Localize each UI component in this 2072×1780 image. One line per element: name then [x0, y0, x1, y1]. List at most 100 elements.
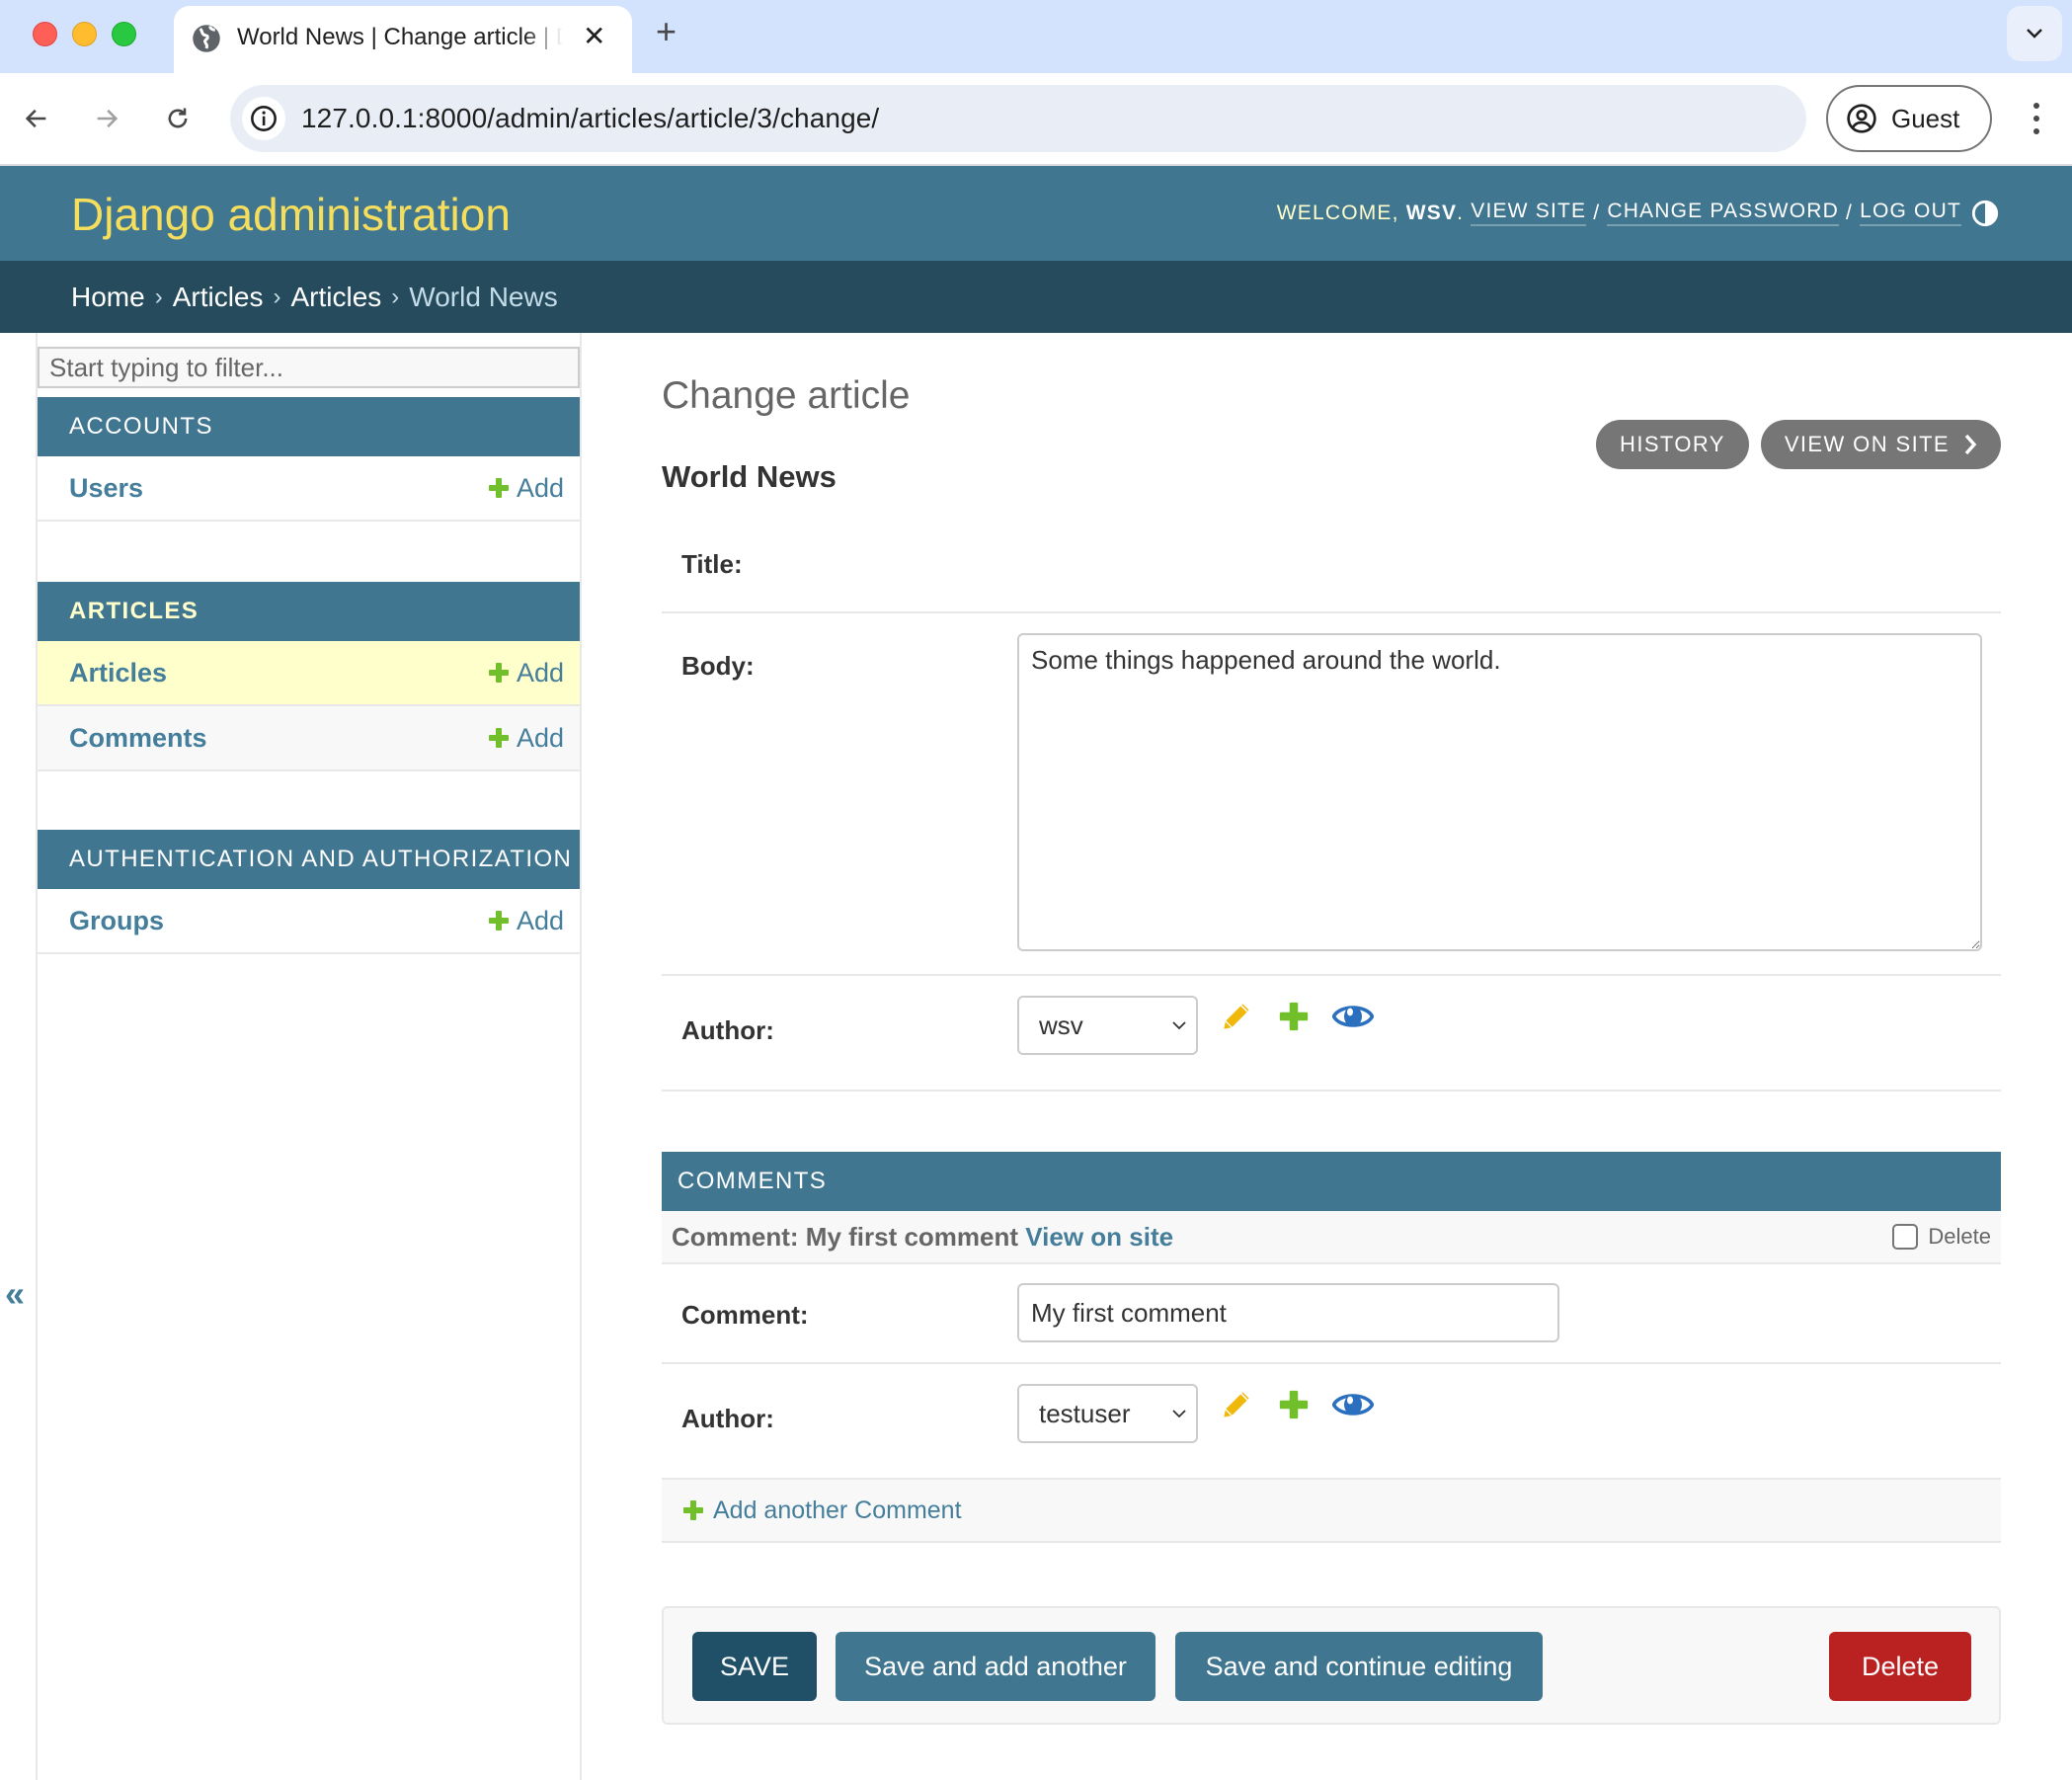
comment-input[interactable]	[1017, 1283, 1559, 1342]
plus-icon[interactable]	[1277, 1388, 1311, 1421]
inline-comments: Comments Comment: My first comment View …	[662, 1152, 2001, 1264]
eye-icon[interactable]	[1332, 1000, 1374, 1033]
view-on-site-button[interactable]: View on site	[1760, 420, 2001, 469]
delete-label: Delete	[1928, 1224, 1991, 1249]
module-caption[interactable]: Authentication and Authorization	[38, 830, 580, 889]
add-another-comment-link[interactable]: Add another Comment	[713, 1497, 962, 1525]
model-link[interactable]: Groups	[69, 906, 164, 936]
author-select[interactable]: wsv	[1017, 996, 1198, 1055]
comment-author-select[interactable]: testuser	[1017, 1384, 1198, 1443]
body-textarea[interactable]: Some things happened around the world.	[1017, 633, 1982, 951]
sidebar-filter-input[interactable]	[38, 347, 580, 388]
inline-item-header: Comment: My first comment View on site D…	[662, 1211, 2001, 1264]
url-text[interactable]: 127.0.0.1:8000/admin/articles/article/3/…	[301, 103, 879, 134]
plus-icon[interactable]	[1277, 1000, 1311, 1033]
add-label: Add	[516, 472, 564, 503]
reload-button[interactable]	[158, 99, 198, 138]
module-accounts: Accounts Users Add	[38, 397, 580, 522]
window-minimize-button[interactable]	[72, 22, 97, 46]
add-link[interactable]: Add	[488, 657, 564, 688]
view-site-link[interactable]: View site	[1471, 200, 1587, 226]
eye-icon[interactable]	[1332, 1388, 1374, 1421]
pencil-icon[interactable]	[1218, 1386, 1255, 1423]
plus-icon	[683, 1500, 703, 1520]
tab-title: World News | Change article | Django sit…	[237, 24, 563, 50]
user-tools: Welcome, wsv. View site / Change passwor…	[1277, 200, 1961, 226]
half-circle-icon[interactable]	[1971, 200, 1999, 227]
profile-button[interactable]: Guest	[1826, 85, 1992, 152]
inline-item-title: Comment: My first comment View on site	[672, 1222, 1173, 1253]
history-button[interactable]: History	[1596, 420, 1749, 469]
author-label: Author:	[681, 1015, 774, 1045]
welcome-period: .	[1457, 201, 1472, 224]
person-circle-icon	[1847, 104, 1876, 133]
back-button[interactable]	[17, 99, 56, 138]
separator: /	[1586, 201, 1608, 224]
close-icon[interactable]: ✕	[583, 20, 605, 52]
info-icon	[251, 106, 277, 131]
view-on-site-label: View on site	[1784, 432, 1950, 456]
model-link[interactable]: Users	[69, 473, 143, 504]
module-caption[interactable]: Accounts	[38, 397, 580, 456]
browser-tab-active[interactable]: World News | Change article | Django sit…	[174, 6, 632, 73]
chevron-down-icon	[1172, 1021, 1186, 1030]
form-row-comment: Comment:	[662, 1264, 2001, 1364]
module-caption[interactable]: Articles	[38, 582, 580, 641]
related-widget-icons	[1218, 1386, 1374, 1423]
save-and-continue-button[interactable]: Save and continue editing	[1175, 1632, 1543, 1701]
add-another-row: Add another Comment	[662, 1478, 2001, 1543]
module-auth: Authentication and Authorization Groups …	[38, 830, 580, 954]
breadcrumb-separator: ›	[154, 283, 163, 310]
add-link[interactable]: Add	[488, 723, 564, 754]
address-bar[interactable]: 127.0.0.1:8000/admin/articles/article/3/…	[230, 85, 1806, 152]
plus-icon	[488, 478, 509, 498]
arrow-right-icon	[97, 109, 119, 128]
inline-item-name: My first comment	[805, 1221, 1019, 1252]
pencil-icon[interactable]	[1218, 998, 1255, 1035]
browser-tab-bar: World News | Change article | Django sit…	[0, 0, 2072, 73]
forward-button[interactable]	[87, 99, 126, 138]
inline-view-on-site-link[interactable]: View on site	[1025, 1222, 1173, 1252]
new-tab-button[interactable]: +	[656, 14, 677, 49]
globe-icon	[193, 25, 220, 52]
profile-label: Guest	[1891, 103, 1960, 133]
add-label: Add	[516, 657, 564, 688]
change-password-link[interactable]: Change password	[1607, 200, 1839, 226]
object-title: World News	[662, 459, 837, 494]
window-zoom-button[interactable]	[112, 22, 136, 46]
username: wsv	[1405, 201, 1458, 224]
delete-checkbox[interactable]	[1892, 1224, 1919, 1250]
log-out-link[interactable]: Log out	[1860, 200, 1961, 226]
chevron-down-icon	[1172, 1410, 1186, 1418]
add-link[interactable]: Add	[488, 906, 564, 936]
plus-icon	[488, 911, 509, 930]
save-and-add-another-button[interactable]: Save and add another	[836, 1632, 1156, 1701]
model-link[interactable]: Articles	[69, 658, 167, 688]
form-row-body: Body: Some things happened around the wo…	[662, 613, 2001, 976]
breadcrumb-model[interactable]: Articles	[291, 282, 382, 313]
sidebar-border	[580, 333, 582, 1780]
sidebar-collapse-toggle[interactable]: «	[0, 1269, 30, 1319]
chevron-right-icon	[1964, 434, 1977, 455]
site-info-button[interactable]	[242, 97, 285, 140]
breadcrumb-separator: ›	[273, 283, 281, 310]
plus-icon	[488, 728, 509, 748]
site-branding[interactable]: Django administration	[71, 188, 511, 241]
kebab-icon[interactable]	[2025, 99, 2048, 138]
browser-toolbar: 127.0.0.1:8000/admin/articles/article/3/…	[0, 73, 2072, 166]
breadcrumb: Home › Articles › Articles › World News	[0, 261, 2072, 333]
save-button[interactable]: Save	[692, 1632, 817, 1701]
delete-button[interactable]: Delete	[1829, 1632, 1971, 1701]
tab-search-button[interactable]	[2007, 6, 2062, 61]
add-link[interactable]: Add	[488, 472, 564, 504]
separator: /	[1838, 201, 1861, 224]
title-label: Title:	[681, 549, 743, 579]
comment-label: Comment:	[681, 1300, 809, 1330]
window-close-button[interactable]	[33, 22, 57, 46]
breadcrumb-home[interactable]: Home	[71, 282, 145, 313]
author-select-value: wsv	[1039, 1010, 1083, 1040]
related-widget-icons	[1218, 998, 1374, 1035]
form-row-comment-author: Author: testuser	[662, 1364, 2001, 1478]
breadcrumb-app[interactable]: Articles	[173, 282, 264, 313]
model-link[interactable]: Comments	[69, 723, 207, 754]
